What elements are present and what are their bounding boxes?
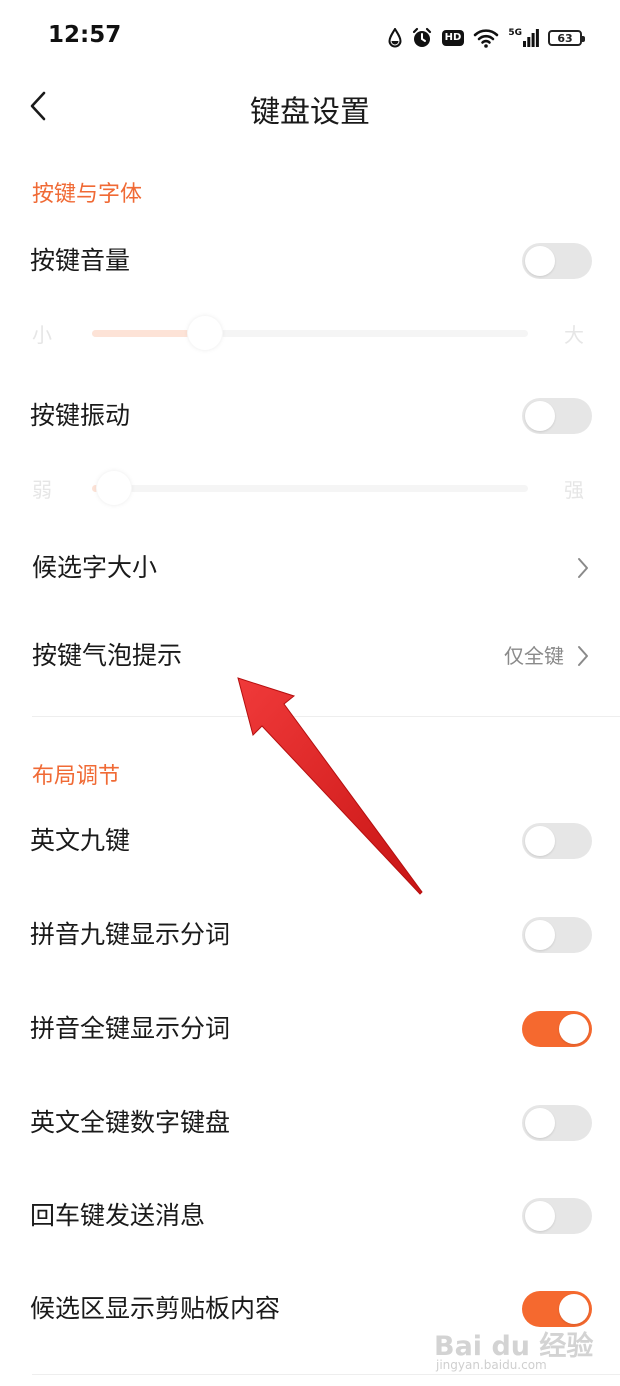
toggle-knob xyxy=(525,1108,555,1138)
setting-label: 英文九键 xyxy=(30,826,131,855)
setting-row-candidate-size[interactable]: 候选字大小 xyxy=(0,532,620,604)
volume-slider-min-label: 小 xyxy=(32,323,52,347)
setting-row-english-9key[interactable]: 英文九键 xyxy=(0,805,620,877)
setting-row-english-full-numpad[interactable]: 英文全键数字键盘 xyxy=(0,1087,620,1159)
toggle-knob xyxy=(525,1201,555,1231)
chevron-right-icon xyxy=(578,558,588,578)
chevron-right-icon xyxy=(578,646,588,666)
status-time: 12:57 xyxy=(48,22,122,48)
cellular-signal-icon: 5G xyxy=(508,28,539,48)
baidu-watermark: Bai du 经验 jingyan.baidu.com xyxy=(434,1324,594,1378)
battery-level: 63 xyxy=(557,31,573,45)
toggle-knob xyxy=(559,1014,589,1044)
vibration-slider-row: 弱 强 xyxy=(0,468,620,508)
section-title-keys-font: 按键与字体 xyxy=(32,182,143,207)
setting-row-enter-send[interactable]: 回车键发送消息 xyxy=(0,1180,620,1252)
status-icons: HD 5G 63 xyxy=(388,24,585,52)
toggle-knob xyxy=(559,1294,589,1324)
battery-icon: 63 xyxy=(548,30,585,46)
alarm-clock-icon xyxy=(411,27,433,49)
pinyin-9key-segment-toggle[interactable] xyxy=(522,917,592,953)
setting-label: 拼音九键显示分词 xyxy=(30,920,231,949)
watermark-url: jingyan.baidu.com xyxy=(436,1358,547,1372)
english-full-numpad-toggle[interactable] xyxy=(522,1105,592,1141)
setting-row-pinyin-full-segment[interactable]: 拼音全键显示分词 xyxy=(0,993,620,1065)
setting-row-pinyin-9key-segment[interactable]: 拼音九键显示分词 xyxy=(0,899,620,971)
toggle-knob xyxy=(525,401,555,431)
water-drop-icon xyxy=(388,28,402,48)
clipboard-candidates-toggle[interactable] xyxy=(522,1291,592,1327)
status-bar: 12:57 HD 5G 63 xyxy=(0,0,620,76)
vibration-slider-min-label: 弱 xyxy=(32,478,52,502)
key-volume-toggle[interactable] xyxy=(522,243,592,279)
key-vibration-toggle[interactable] xyxy=(522,398,592,434)
vibration-slider[interactable] xyxy=(92,470,528,506)
setting-label: 按键气泡提示 xyxy=(32,641,183,670)
section-title-layout: 布局调节 xyxy=(32,764,121,789)
signal-type-label: 5G xyxy=(508,28,522,38)
volume-slider-thumb[interactable] xyxy=(187,315,224,351)
setting-label: 回车键发送消息 xyxy=(30,1201,206,1230)
wifi-icon xyxy=(473,28,499,48)
setting-label: 候选字大小 xyxy=(32,553,158,582)
setting-label: 候选区显示剪贴板内容 xyxy=(30,1294,281,1323)
hd-badge: HD xyxy=(441,30,465,46)
setting-label: 按键音量 xyxy=(30,246,131,275)
pinyin-full-segment-toggle[interactable] xyxy=(522,1011,592,1047)
toggle-knob xyxy=(525,826,555,856)
english-9key-toggle[interactable] xyxy=(522,823,592,859)
section-divider xyxy=(32,716,620,717)
enter-send-toggle[interactable] xyxy=(522,1198,592,1234)
key-bubble-value: 仅全键 xyxy=(504,644,564,668)
vibration-slider-max-label: 强 xyxy=(564,478,584,502)
volume-slider[interactable] xyxy=(92,315,528,351)
toggle-knob xyxy=(525,246,555,276)
setting-label: 按键振动 xyxy=(30,401,131,430)
volume-slider-row: 小 大 xyxy=(0,313,620,353)
setting-label: 拼音全键显示分词 xyxy=(30,1014,231,1043)
vibration-slider-thumb[interactable] xyxy=(95,470,132,506)
volume-slider-max-label: 大 xyxy=(564,323,584,347)
page-title: 键盘设置 xyxy=(250,95,370,130)
setting-row-key-bubble[interactable]: 按键气泡提示 仅全键 xyxy=(0,620,620,692)
setting-row-key-vibration[interactable]: 按键振动 xyxy=(0,380,620,452)
setting-row-key-volume[interactable]: 按键音量 xyxy=(0,225,620,297)
toggle-knob xyxy=(525,920,555,950)
top-app-bar: 键盘设置 xyxy=(0,76,620,136)
setting-label: 英文全键数字键盘 xyxy=(30,1108,231,1137)
